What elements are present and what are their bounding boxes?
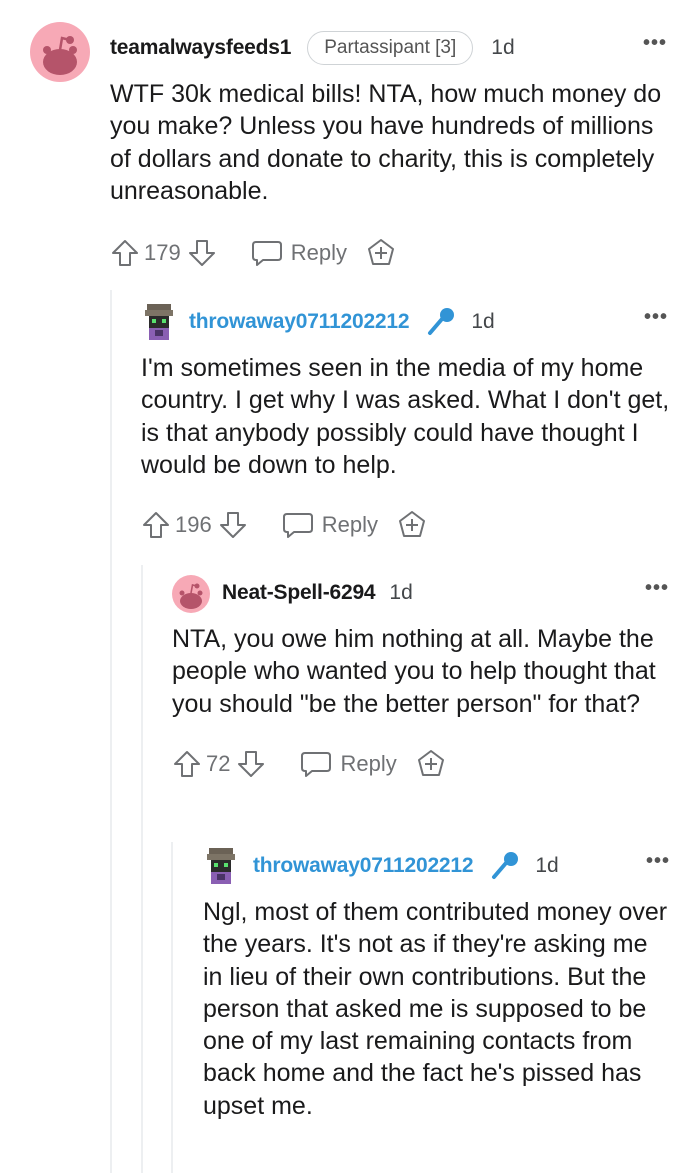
reply-button[interactable]: Reply [282,510,378,540]
comment-header: Neat-Spell-6294 1d ••• [172,573,672,613]
thread-line-2 [141,565,143,1173]
downvote-icon[interactable] [187,238,217,268]
username[interactable]: throwaway0711202212 [189,310,410,334]
more-options-button[interactable]: ••• [641,306,671,329]
comment-3: Neat-Spell-6294 1d ••• NTA, you owe him … [172,573,672,784]
comment-header: throwaway0711202212 1d ••• [141,302,671,342]
downvote-icon[interactable] [218,510,248,540]
microphone-icon [425,306,457,338]
vote-score: 196 [175,512,212,538]
reply-bubble-icon [301,751,332,777]
reply-bubble-icon [282,513,313,539]
snoo-avatar-icon[interactable] [30,22,90,82]
comment-1: teamalwaysfeeds1 Partassipant [3] 1d •••… [30,22,670,273]
reply-bubble-icon [251,241,282,267]
comment-age: 1d [535,854,559,877]
reply-button[interactable]: Reply [300,749,397,779]
comment-header: throwaway0711202212 1d ••• [203,846,673,886]
reply-label: Reply [340,750,397,776]
award-icon[interactable] [415,748,447,780]
upvote-icon[interactable] [172,749,202,779]
downvote-icon[interactable] [236,749,266,779]
reply-label: Reply [290,240,347,266]
comment-2: throwaway0711202212 1d ••• I'm sometimes… [141,302,671,545]
more-options-button[interactable]: ••• [643,850,673,873]
more-options-button[interactable]: ••• [642,577,672,600]
comment-actions: 179 Reply [110,233,670,273]
upvote-icon[interactable] [110,238,140,268]
vote-score: 72 [206,750,231,776]
thread-line-1 [110,290,112,1173]
user-flair: Partassipant [3] [307,31,474,65]
comment-4: throwaway0711202212 1d ••• Ngl, most of … [203,846,673,1122]
award-icon[interactable] [365,237,397,269]
username[interactable]: throwaway0711202212 [253,854,474,878]
comment-body: I'm sometimes seen in the media of my ho… [141,354,670,479]
comment-header: teamalwaysfeeds1 Partassipant [3] 1d ••• [110,28,670,68]
comment-actions: 72 Reply [172,744,672,784]
comment-age: 1d [491,36,515,59]
username[interactable]: Neat-Spell-6294 [222,581,376,605]
comment-body: Ngl, most of them contributed money over… [203,898,668,1120]
comment-actions: 196 Reply [141,505,671,545]
username[interactable]: teamalwaysfeeds1 [110,36,291,60]
comment-age: 1d [389,581,413,604]
thread-line-3 [171,842,173,1173]
microphone-icon [489,850,521,882]
reply-button[interactable]: Reply [251,238,347,268]
comment-body: WTF 30k medical bills! NTA, how much mon… [110,80,662,205]
vote-score: 179 [144,240,181,266]
more-options-button[interactable]: ••• [640,32,670,55]
comment-age: 1d [471,310,495,333]
award-icon[interactable] [396,509,428,541]
reply-label: Reply [321,512,378,538]
comment-body: NTA, you owe him nothing at all. Maybe t… [172,625,656,718]
upvote-icon[interactable] [141,510,171,540]
